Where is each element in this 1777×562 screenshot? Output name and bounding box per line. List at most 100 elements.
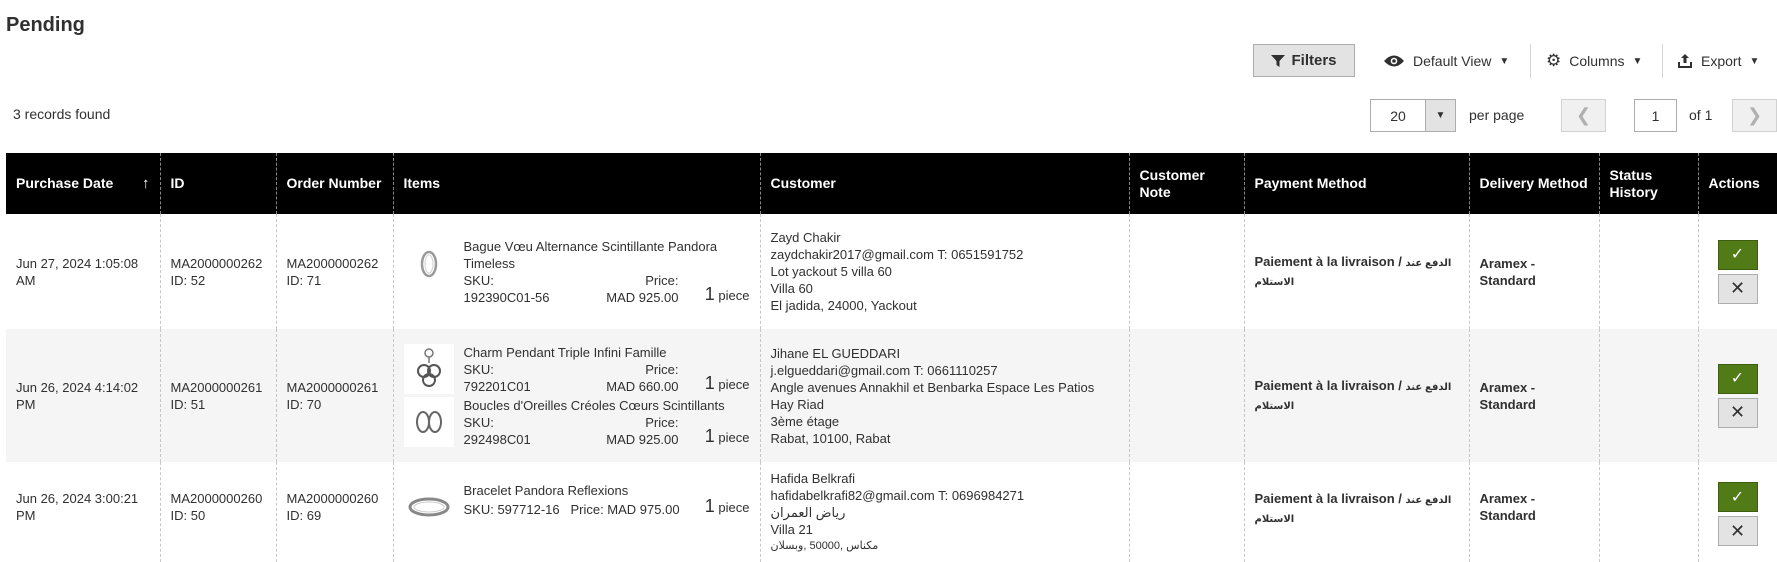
sku-value: SKU: 597712-16 — [463, 502, 560, 517]
chevron-right-icon: ❯ — [1746, 105, 1763, 125]
id-number: ID: 51 — [170, 396, 206, 412]
chevron-down-icon: ▼ — [1632, 55, 1643, 67]
id-code: MA2000000260 — [170, 491, 263, 506]
customer-city: Rabat, 10100, Rabat — [770, 430, 891, 446]
customer-address-line: Lot yackout 5 villa 60 — [770, 264, 892, 279]
customer-note — [1129, 462, 1245, 562]
id-code: MA2000000262 — [170, 255, 263, 271]
item-name: Boucles d'Oreilles Créoles Cœurs Scintil… — [463, 397, 725, 413]
order-number-cell: MA2000000262 ID: 71 — [276, 214, 394, 329]
filters-button[interactable]: Filters — [1253, 44, 1355, 77]
per-page-label: per page — [1469, 107, 1525, 123]
id-number: ID: 52 — [170, 272, 206, 288]
customer-name: Zayd Chakir — [770, 230, 841, 245]
customer-contact: j.elgueddari@gmail.com T: 0661110257 — [770, 362, 998, 378]
item-line: Bracelet Pandora Reflexions SKU: 597712-… — [403, 482, 750, 532]
per-page-select[interactable]: 20 ▼ — [1370, 99, 1456, 132]
column-header-customer-note[interactable]: Customer Note — [1129, 153, 1245, 214]
actions-cell: ✓ ✕ — [1698, 329, 1777, 462]
grid-header: Purchase Date ↑ ID Order Number Items Cus… — [6, 153, 1777, 214]
eye-icon — [1384, 55, 1404, 67]
sku-value: 192390C01-56 — [463, 289, 550, 305]
item-line: Charm Pendant Triple Infini Famille SKU:… — [403, 343, 750, 395]
status-history — [1599, 329, 1699, 462]
order-number-cell: MA2000000260 ID: 69 — [276, 462, 394, 562]
export-icon — [1678, 54, 1692, 68]
column-header-id[interactable]: ID — [160, 153, 277, 214]
column-header-items[interactable]: Items — [393, 153, 761, 214]
item-quantity: 1 piece — [704, 425, 750, 446]
column-header-delivery-method[interactable]: Delivery Method — [1469, 153, 1600, 214]
table-row[interactable]: Jun 26, 2024 3:00:21 PM MA2000000260 ID: … — [6, 462, 1777, 562]
customer-address-line: 3ème étage — [770, 413, 840, 429]
customer-cell: Hafida Belkrafi hafidabelkrafi82@gmail.c… — [760, 462, 1130, 562]
chevron-down-icon: ▼ — [1749, 55, 1760, 67]
chevron-down-icon[interactable]: ▼ — [1425, 100, 1455, 131]
price-value: MAD 925.00 — [606, 289, 679, 305]
customer-address-line: Angle avenues Annakhil et Benbarka Espac… — [770, 379, 1095, 395]
next-page-button[interactable]: ❯ — [1732, 99, 1777, 132]
divider — [1662, 44, 1663, 78]
payment-method: Paiement à la livraison / الدفع عند الاست… — [1244, 329, 1470, 462]
status-history — [1599, 214, 1699, 329]
cancel-button[interactable]: ✕ — [1717, 516, 1758, 546]
payment-method: Paiement à la livraison / الدفع عند الاست… — [1244, 462, 1470, 562]
order-id: ID: 71 — [286, 272, 322, 288]
items-cell: Bracelet Pandora Reflexions SKU: 597712-… — [393, 462, 761, 562]
approve-button[interactable]: ✓ — [1717, 363, 1758, 394]
columns-dropdown[interactable]: ⚙ Columns ▼ — [1546, 48, 1642, 74]
export-dropdown[interactable]: Export ▼ — [1677, 48, 1759, 74]
previous-page-button[interactable]: ❮ — [1561, 99, 1606, 132]
page-number-input[interactable]: 1 — [1634, 99, 1677, 132]
chevron-left-icon: ❮ — [1575, 105, 1592, 125]
grid-toolbar: Filters Default View ▼ ⚙ Columns ▼ Expor… — [0, 40, 1777, 80]
customer-city: مكناس ,50000 ,وبسلان — [770, 540, 879, 552]
purchase-date: Jun 26, 2024 4:14:02 PM — [6, 329, 161, 462]
cancel-button[interactable]: ✕ — [1717, 273, 1758, 304]
divider — [1530, 44, 1531, 78]
approve-button[interactable]: ✓ — [1717, 239, 1758, 270]
page-total: of 1 — [1689, 107, 1713, 123]
ring-icon — [403, 237, 454, 288]
item-quantity: 1 piece — [704, 496, 750, 516]
price-value: Price: MAD 975.00 — [570, 502, 680, 517]
order-code: MA2000000262 — [286, 255, 379, 271]
price-value: MAD 660.00 — [606, 378, 679, 394]
customer-name: Jihane EL GUEDDARI — [770, 345, 901, 361]
export-label: Export — [1701, 53, 1742, 69]
purchase-date: Jun 26, 2024 3:00:21 PM — [6, 462, 161, 562]
column-header-status-history[interactable]: Status History — [1599, 153, 1699, 214]
chevron-down-icon: ▼ — [1499, 55, 1510, 67]
column-header-purchase-date[interactable]: Purchase Date ↑ — [6, 153, 161, 214]
id-code: MA2000000261 — [170, 379, 263, 395]
item-name: Charm Pendant Triple Infini Famille — [463, 344, 667, 360]
column-header-customer[interactable]: Customer — [760, 153, 1130, 214]
customer-address-line: رياض العمران — [770, 505, 846, 520]
table-row[interactable]: Jun 26, 2024 4:14:02 PM MA2000000261 ID: … — [6, 329, 1777, 462]
item-name: Bague Vœu Alternance Scintillante Pandor… — [463, 238, 718, 271]
price-label: Price: — [645, 272, 679, 288]
customer-cell: Jihane EL GUEDDARI j.elgueddari@gmail.co… — [760, 329, 1130, 462]
columns-label: Columns — [1569, 53, 1625, 69]
actions-cell: ✓ ✕ — [1698, 462, 1777, 562]
delivery-method: Aramex - Standard — [1469, 462, 1600, 562]
view-dropdown[interactable]: Default View ▼ — [1383, 48, 1509, 74]
order-id-cell: MA2000000260 ID: 50 — [160, 462, 277, 562]
sku-label: SKU: — [463, 272, 494, 288]
filters-label: Filters — [1291, 52, 1337, 69]
orders-grid: Purchase Date ↑ ID Order Number Items Cus… — [6, 153, 1777, 562]
sort-arrow-icon: ↑ — [142, 175, 150, 192]
items-cell: Charm Pendant Triple Infini Famille SKU:… — [393, 329, 761, 462]
approve-button[interactable]: ✓ — [1717, 482, 1758, 512]
page-title: Pending — [6, 14, 85, 36]
delivery-method: Aramex - Standard — [1469, 214, 1600, 329]
customer-address-line: Villa 21 — [770, 522, 813, 537]
price-value: MAD 925.00 — [606, 431, 679, 447]
purchase-date: Jun 27, 2024 1:05:08 AM — [6, 214, 161, 329]
table-row[interactable]: Jun 27, 2024 1:05:08 AM MA2000000262 ID: … — [6, 214, 1777, 329]
cancel-button[interactable]: ✕ — [1717, 397, 1758, 428]
column-header-order-number[interactable]: Order Number — [276, 153, 394, 214]
column-header-payment-method[interactable]: Payment Method — [1244, 153, 1470, 214]
payment-method: Paiement à la livraison / الدفع عند الاست… — [1244, 214, 1470, 329]
customer-contact: zaydchakir2017@gmail.com T: 0651591752 — [770, 247, 1024, 262]
